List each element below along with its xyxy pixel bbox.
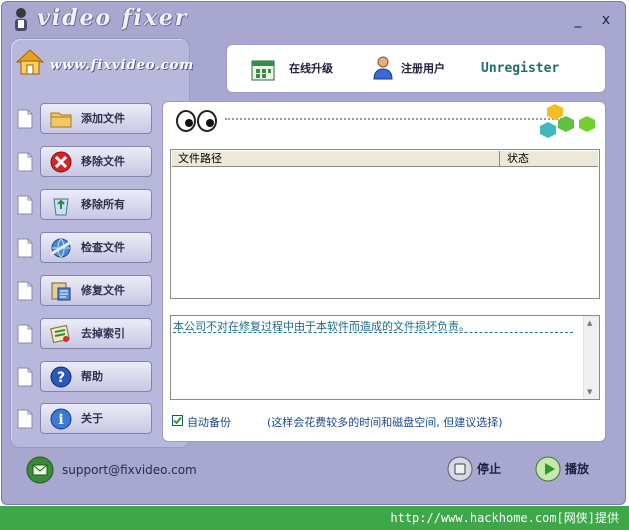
remove-all-button[interactable]: 移除所有	[40, 189, 152, 220]
repair-icon	[51, 282, 71, 301]
scroll-up-icon[interactable]: ▲	[587, 319, 592, 327]
repair-file-button[interactable]: 修复文件	[40, 275, 152, 306]
column-file-path[interactable]: 文件路径	[172, 151, 500, 166]
title-bar: video fixer _ x	[2, 2, 625, 38]
log-scrollbar[interactable]: ▲ ▼	[583, 316, 599, 399]
divider-dotted	[225, 118, 565, 120]
about-label: 关于	[81, 412, 103, 425]
site-url: www.fixvideo.com	[50, 58, 195, 73]
document-icon	[17, 281, 33, 301]
online-upgrade-label: 在线升级	[289, 62, 333, 75]
hexagons-icon	[540, 104, 595, 138]
log-divider	[173, 332, 573, 333]
repair-file-label: 修复文件	[81, 284, 125, 297]
help-label: 帮助	[81, 370, 103, 383]
index-icon	[50, 324, 70, 344]
minimize-button[interactable]: _	[568, 10, 588, 30]
stop-icon	[447, 456, 473, 482]
remove-file-label: 移除文件	[81, 155, 125, 168]
play-button[interactable]: 播放	[535, 454, 605, 484]
online-upgrade-button[interactable]: 在线升级	[249, 45, 349, 92]
calendar-upgrade-icon	[251, 60, 275, 81]
header-panel: 在线升级 注册用户 Unregister	[226, 44, 606, 93]
file-table[interactable]: 文件路径 状态	[170, 149, 600, 299]
stop-button[interactable]: 停止	[447, 454, 507, 484]
document-icon	[17, 195, 33, 215]
info-icon: i	[50, 408, 72, 430]
remove-index-label: 去掉索引	[81, 327, 125, 340]
document-icon	[17, 109, 33, 129]
checkbox-box[interactable]	[172, 415, 183, 426]
document-icon	[17, 152, 33, 172]
play-label: 播放	[565, 462, 590, 476]
watermark-text: http://www.hackhome.com[网侠]提供	[390, 511, 619, 525]
svg-text:?: ?	[57, 370, 65, 386]
registration-status: Unregister	[481, 61, 560, 76]
stop-label: 停止	[477, 462, 502, 476]
about-button[interactable]: i 关于	[40, 403, 152, 434]
close-button[interactable]: x	[596, 10, 616, 30]
register-user-label: 注册用户	[401, 62, 445, 75]
document-icon	[17, 367, 33, 387]
help-icon: ?	[50, 366, 72, 388]
remove-icon	[50, 151, 72, 173]
recycle-bin-icon	[53, 198, 69, 216]
backup-hint: (这样会花费较多的时间和磁盘空间, 但建议选择)	[267, 416, 503, 429]
app-title: video fixer	[37, 5, 189, 31]
eyes-icon	[176, 110, 217, 132]
remove-file-button[interactable]: 移除文件	[40, 146, 152, 177]
auto-backup-label: 自动备份	[187, 416, 231, 429]
play-icon	[535, 456, 561, 482]
main-panel: 文件路径 状态 本公司不对在修复过程中由于本软件而造成的文件损坏负责。 ▲ ▼ …	[162, 101, 606, 442]
checkmark-icon	[173, 416, 182, 425]
check-file-label: 检查文件	[81, 241, 125, 254]
support-email[interactable]: support@fixvideo.com	[62, 463, 197, 477]
document-icon	[17, 238, 33, 258]
document-icon	[17, 324, 33, 344]
remove-all-label: 移除所有	[81, 198, 125, 211]
folder-icon	[50, 112, 72, 128]
add-file-button[interactable]: 添加文件	[40, 103, 152, 134]
register-user-button[interactable]: 注册用户	[371, 45, 461, 92]
svg-text:i: i	[58, 412, 63, 428]
table-header: 文件路径 状态	[172, 151, 598, 167]
user-icon	[373, 56, 393, 80]
help-button[interactable]: ? 帮助	[40, 361, 152, 392]
watermark-bar: http://www.hackhome.com[网侠]提供	[0, 506, 629, 530]
home-icon	[16, 49, 44, 75]
check-file-button[interactable]: 检查文件	[40, 232, 152, 263]
mail-icon	[26, 456, 54, 484]
column-status[interactable]: 状态	[501, 151, 598, 166]
add-file-label: 添加文件	[81, 112, 125, 125]
document-icon	[17, 409, 33, 429]
scroll-down-icon[interactable]: ▼	[587, 388, 592, 396]
log-box[interactable]: 本公司不对在修复过程中由于本软件而造成的文件损坏负责。 ▲ ▼	[170, 315, 600, 400]
check-globe-icon	[50, 238, 72, 258]
person-logo-icon	[15, 8, 27, 31]
remove-index-button[interactable]: 去掉索引	[40, 318, 152, 349]
